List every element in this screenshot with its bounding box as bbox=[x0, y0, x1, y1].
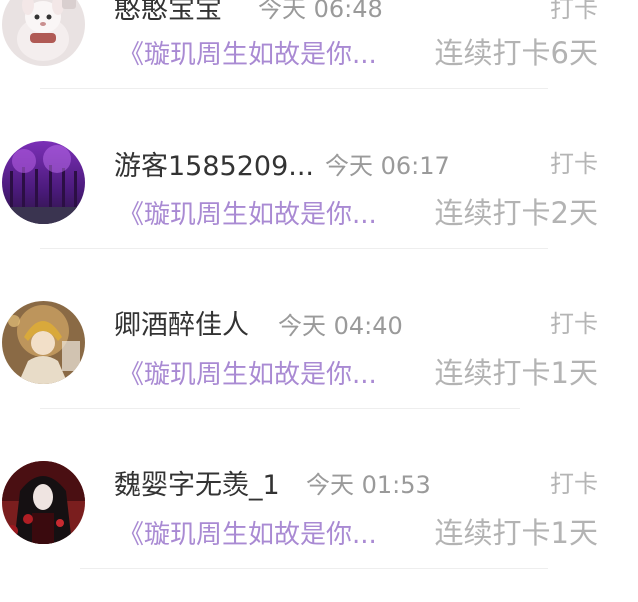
checkin-time: 今天 01:53 bbox=[306, 471, 431, 499]
user-avatar[interactable] bbox=[2, 461, 85, 544]
checkin-tag: 打卡 bbox=[550, 470, 598, 498]
user-name[interactable]: 卿酒醉佳人 bbox=[114, 303, 249, 342]
checkin-row[interactable]: 憨憨宝宝 今天 06:48 打卡 《璇玑周生如故是你... 连续打卡6天 bbox=[0, 0, 638, 89]
checkin-row[interactable]: 魏婴字无羡_1 今天 01:53 打卡 《璇玑周生如故是你... 连续打卡1天 bbox=[0, 340, 638, 569]
user-name[interactable]: 魏婴字无羡_1 bbox=[114, 463, 280, 502]
checkin-row[interactable]: 游客1585209... 今天 06:17 打卡 《璇玑周生如故是你... 连续… bbox=[0, 20, 638, 249]
checkin-row[interactable]: 卿酒醉佳人 今天 04:40 打卡 《璇玑周生如故是你... 连续打卡1天 bbox=[0, 180, 638, 409]
streak-count: 连续打卡1天 bbox=[434, 516, 598, 550]
checkin-tag: 打卡 bbox=[550, 310, 598, 338]
book-title-link[interactable]: 《璇玑周生如故是你... bbox=[118, 514, 377, 551]
user-name[interactable]: 游客1585209... bbox=[114, 144, 314, 183]
checkin-time: 今天 04:40 bbox=[278, 312, 403, 340]
checkin-time: 今天 06:17 bbox=[325, 152, 450, 180]
checkin-list: 憨憨宝宝 今天 06:48 打卡 《璇玑周生如故是你... 连续打卡6天 游客1… bbox=[0, 0, 638, 602]
checkin-tag: 打卡 bbox=[550, 150, 598, 178]
row-divider bbox=[80, 568, 548, 569]
